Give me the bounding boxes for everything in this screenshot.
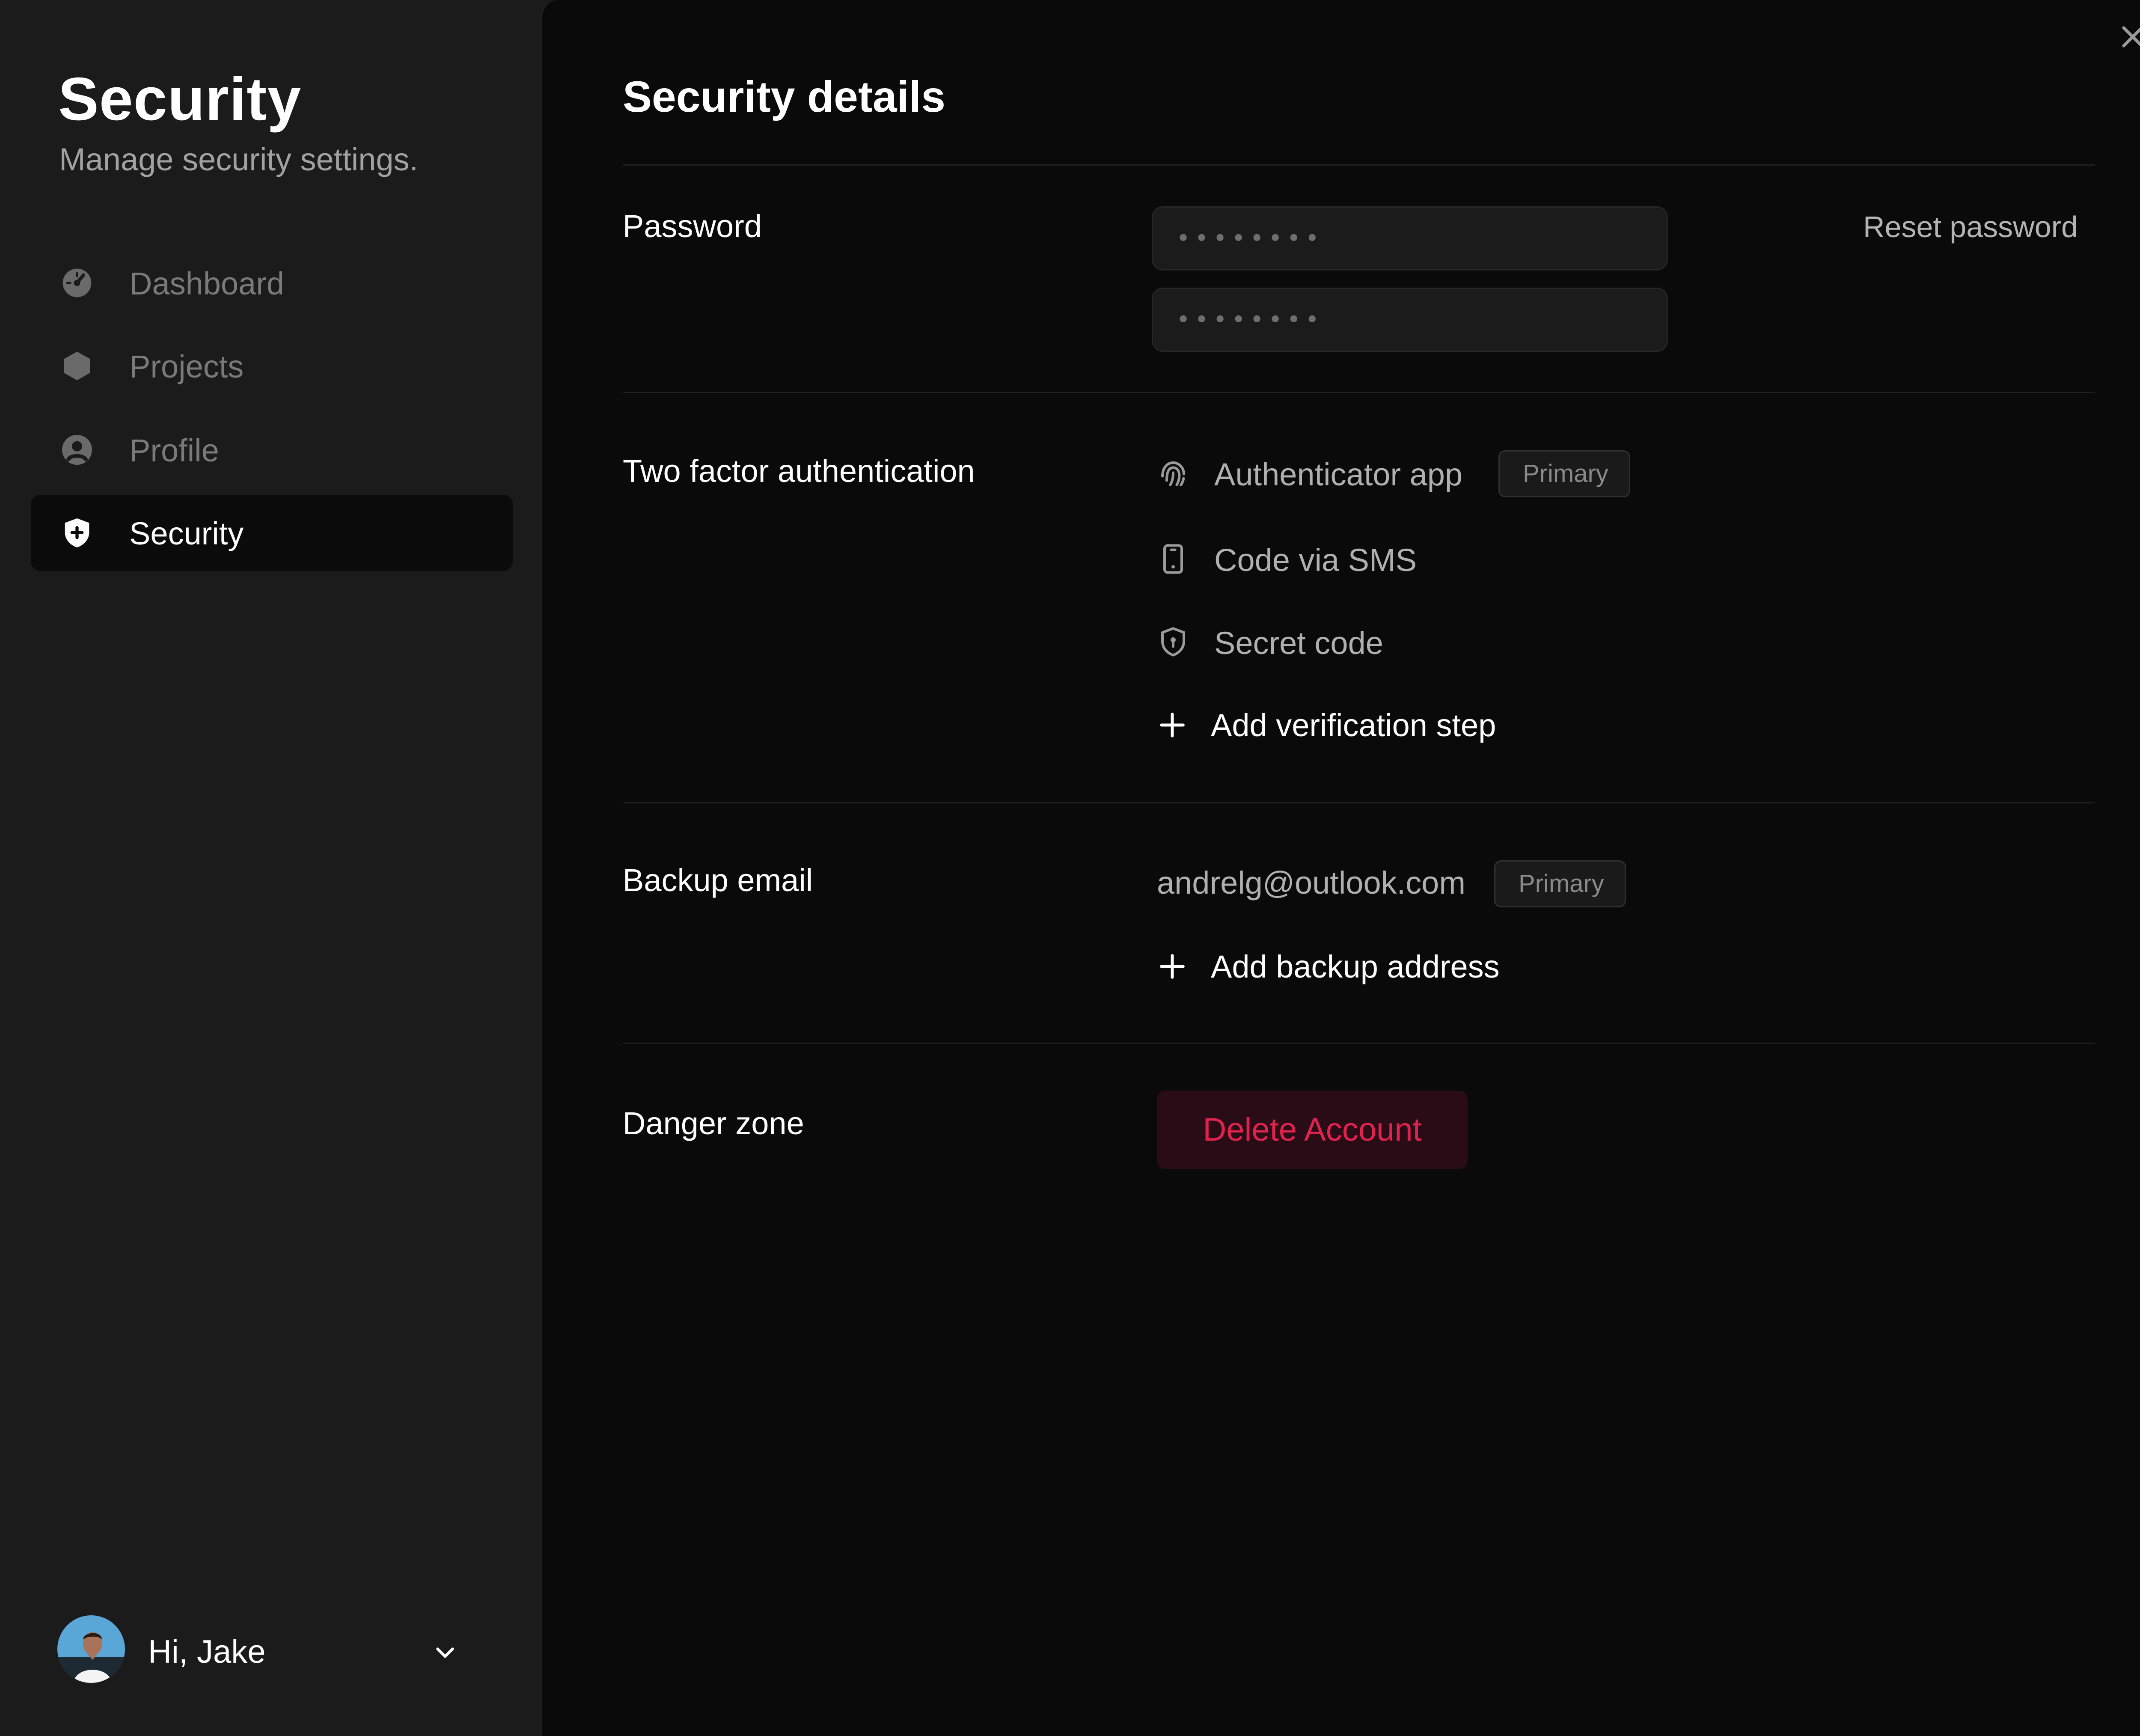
user-menu[interactable]: Hi, Jake	[57, 1615, 468, 1684]
add-verification-step-label: Add verification step	[1211, 707, 1496, 743]
plus-icon	[1160, 954, 1185, 979]
smartphone-icon	[1163, 544, 1183, 574]
user-greeting: Hi, Jake	[148, 1634, 266, 1670]
security-details-panel: Security details Password •••••••• •••••…	[541, 0, 2140, 1736]
divider	[623, 392, 2095, 393]
backup-email-value: andrelg@outlook.com	[1157, 865, 1465, 901]
page-title: Security details	[623, 72, 945, 121]
method-label: Secret code	[1214, 625, 1383, 661]
password-field[interactable]: ••••••••	[1152, 206, 1668, 271]
two-factor-label: Two factor authentication	[623, 453, 975, 489]
divider	[623, 802, 2095, 803]
avatar	[57, 1615, 125, 1683]
plus-icon	[1160, 713, 1185, 737]
sidebar-item-dashboard[interactable]: Dashboard	[31, 245, 513, 321]
confirm-password-field[interactable]: ••••••••	[1152, 288, 1668, 352]
sidebar-item-security[interactable]: Security	[31, 495, 513, 571]
fingerprint-icon	[1161, 461, 1185, 487]
method-secret-code[interactable]: Secret code	[1156, 620, 1456, 667]
add-backup-address-button[interactable]: Add backup address	[1156, 946, 1541, 989]
sidebar-title: Security	[58, 65, 302, 133]
method-label: Code via SMS	[1214, 542, 1417, 578]
add-verification-step-button[interactable]: Add verification step	[1156, 705, 1541, 747]
danger-zone-label: Danger zone	[623, 1106, 804, 1141]
sidebar-item-label: Dashboard	[129, 266, 285, 301]
method-label: Authenticator app	[1214, 457, 1463, 492]
sidebar-item-projects[interactable]: Projects	[31, 328, 513, 404]
method-authenticator-app[interactable]: Authenticator app	[1156, 451, 1498, 498]
sidebar-item-label: Profile	[129, 433, 219, 468]
dashboard-gauge-icon	[62, 268, 92, 297]
sidebar-item-label: Security	[129, 516, 244, 551]
chevron-down-icon[interactable]	[432, 1639, 458, 1665]
divider	[623, 1043, 2095, 1044]
close-icon[interactable]	[2117, 21, 2140, 52]
primary-badge: Primary	[1494, 860, 1626, 907]
sidebar-item-label: Projects	[129, 349, 244, 384]
shield-lock-icon	[1161, 627, 1185, 657]
divider	[623, 164, 2095, 166]
user-circle-icon	[62, 435, 92, 465]
reset-password-link[interactable]: Reset password	[1863, 210, 2078, 244]
delete-account-button[interactable]: Delete Account	[1157, 1091, 1468, 1169]
add-backup-address-label: Add backup address	[1211, 949, 1500, 984]
shield-plus-icon	[65, 518, 89, 547]
primary-badge: Primary	[1498, 450, 1630, 497]
sidebar-item-profile[interactable]: Profile	[31, 412, 513, 488]
sidebar-subtitle: Manage security settings.	[59, 142, 419, 177]
password-label: Password	[623, 208, 762, 244]
sidebar: Security Manage security settings. Dashb…	[0, 0, 541, 1736]
backup-email-label: Backup email	[623, 862, 813, 898]
hexagon-icon	[64, 351, 90, 380]
method-code-via-sms[interactable]: Code via SMS	[1156, 537, 1456, 584]
